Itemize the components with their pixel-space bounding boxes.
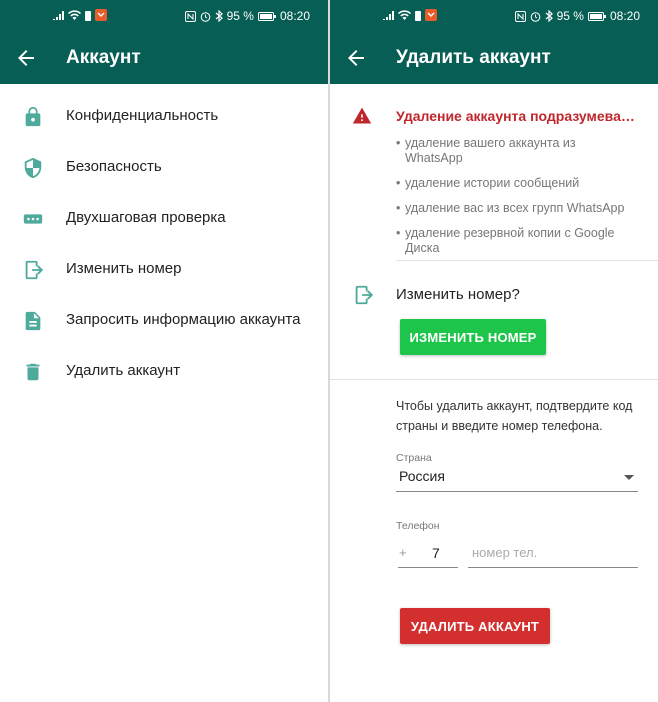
app-bar: Удалить аккаунт: [330, 32, 658, 84]
delete-account-button[interactable]: УДАЛИТЬ АККАУНТ: [400, 608, 550, 644]
menu-item-label: Двухшаговая проверка: [66, 209, 226, 226]
menu-item-label: Конфиденциальность: [66, 107, 219, 124]
back-arrow-icon[interactable]: [344, 46, 368, 70]
delete-form: Чтобы удалить аккаунт, подтвердите код с…: [330, 380, 658, 702]
phone-number-field[interactable]: [468, 543, 638, 568]
menu-item-label: Изменить номер: [66, 260, 182, 277]
account-screen: 95 % 08:20 Аккаунт Конфиденциальность Бе…: [0, 0, 328, 702]
change-number-icon: [355, 285, 374, 305]
menu-item-change-number[interactable]: Изменить номер: [0, 245, 328, 296]
menu-item-two-step[interactable]: Двухшаговая проверка: [0, 194, 328, 245]
bluetooth-icon: [215, 10, 223, 22]
battery-percent: 95 %: [226, 9, 254, 23]
nfc-icon: [184, 10, 196, 22]
status-icons-right: 95 % 08:20: [514, 9, 640, 23]
battery-saver-icon: [415, 10, 421, 21]
page-title: Аккаунт: [66, 47, 141, 68]
country-value: Россия: [399, 468, 445, 484]
dropdown-caret-icon: [624, 475, 634, 480]
status-icons-right: 95 % 08:20: [184, 9, 310, 23]
list-item: удаление вас из всех групп WhatsApp: [396, 201, 636, 216]
country-label: Страна: [396, 452, 432, 464]
page-title: Удалить аккаунт: [396, 47, 551, 68]
change-number-button[interactable]: ИЗМЕНИТЬ НОМЕР: [400, 319, 546, 355]
lock-icon: [25, 106, 41, 127]
notification-icon: [95, 9, 107, 21]
menu-item-delete-account[interactable]: Удалить аккаунт: [0, 347, 328, 398]
change-number-icon: [25, 260, 44, 280]
battery-icon: [587, 11, 606, 21]
shield-icon: [24, 157, 42, 179]
list-item: удаление резервной копии с Google Диска: [396, 226, 636, 256]
menu-item-security[interactable]: Безопасность: [0, 143, 328, 194]
document-icon: [25, 311, 41, 331]
status-bar: 95 % 08:20: [330, 0, 658, 32]
status-icons-left: [52, 9, 107, 21]
country-code-value: 7: [432, 545, 440, 561]
app-bar: Аккаунт: [0, 32, 328, 84]
delete-account-screen: 95 % 08:20 Удалить аккаунт Удаление акка…: [330, 0, 658, 702]
dots-icon: [23, 214, 43, 224]
status-bar: 95 % 08:20: [0, 0, 328, 32]
alarm-icon: [530, 11, 540, 22]
menu-item-label: Удалить аккаунт: [66, 362, 181, 379]
wifi-icon: [398, 10, 411, 20]
battery-saver-icon: [85, 10, 91, 21]
change-number-question: Изменить номер?: [396, 286, 520, 303]
consequences-list: удаление вашего аккаунта из WhatsApp уда…: [396, 136, 636, 266]
menu-item-privacy[interactable]: Конфиденциальность: [0, 92, 328, 143]
warning-section: Удаление аккаунта подразумева… удаление …: [330, 84, 658, 260]
signal-icon: [53, 11, 64, 20]
warning-title: Удаление аккаунта подразумева…: [396, 108, 635, 124]
alarm-icon: [200, 11, 210, 22]
battery-icon: [257, 11, 276, 21]
back-arrow-icon[interactable]: [14, 46, 38, 70]
phone-number-input[interactable]: [470, 544, 634, 561]
clock: 08:20: [609, 9, 640, 23]
trash-icon: [26, 363, 40, 381]
menu-item-label: Безопасность: [66, 158, 162, 175]
plus-sign: +: [399, 545, 407, 560]
bluetooth-icon: [545, 10, 553, 22]
wifi-icon: [68, 10, 81, 20]
country-select[interactable]: Россия: [396, 465, 638, 492]
status-icons-left: [382, 9, 437, 21]
nfc-icon: [514, 10, 526, 22]
menu-item-request-info[interactable]: Запросить информацию аккаунта: [0, 296, 328, 347]
phone-label: Телефон: [396, 520, 440, 532]
list-item: удаление истории сообщений: [396, 176, 636, 191]
menu-item-label: Запросить информацию аккаунта: [66, 311, 301, 328]
country-code-field[interactable]: + 7: [398, 543, 458, 568]
battery-percent: 95 %: [556, 9, 584, 23]
change-number-section: Изменить номер? ИЗМЕНИТЬ НОМЕР: [330, 261, 658, 379]
signal-icon: [383, 11, 394, 20]
instructions-text: Чтобы удалить аккаунт, подтвердите код с…: [396, 399, 633, 433]
notification-icon: [425, 9, 437, 21]
warning-icon: [352, 107, 372, 124]
clock: 08:20: [279, 9, 310, 23]
list-item: удаление вашего аккаунта из WhatsApp: [396, 136, 636, 166]
